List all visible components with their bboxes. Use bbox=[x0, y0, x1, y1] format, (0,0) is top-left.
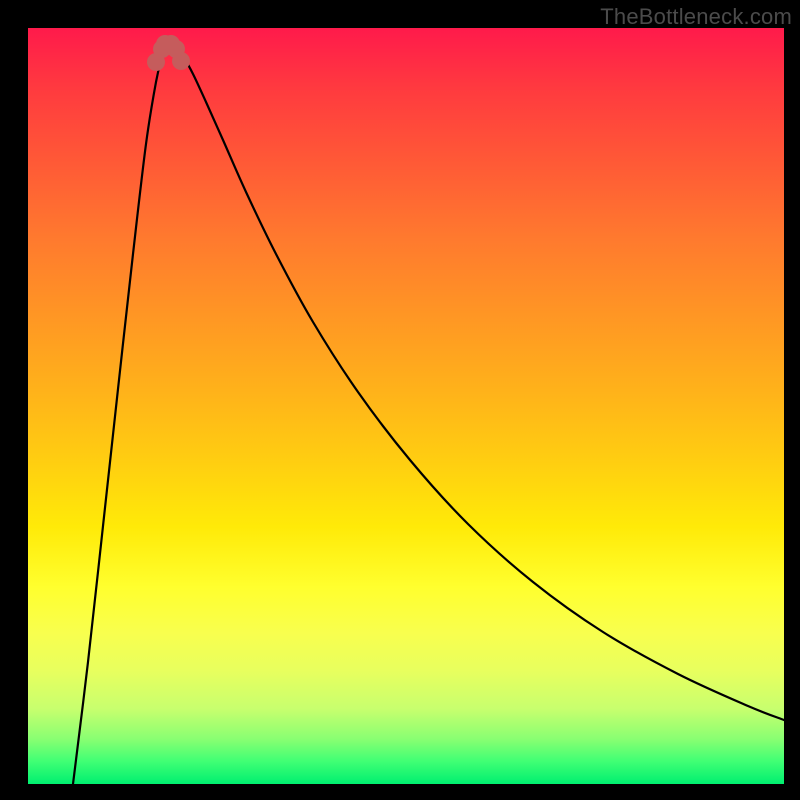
chart-frame: TheBottleneck.com bbox=[0, 0, 800, 800]
trough-markers bbox=[147, 35, 190, 71]
watermark-text: TheBottleneck.com bbox=[600, 4, 792, 30]
curve-svg bbox=[28, 28, 784, 784]
plot-area bbox=[28, 28, 784, 784]
trough-marker-dot bbox=[172, 52, 190, 70]
bottleneck-curve bbox=[73, 48, 784, 784]
